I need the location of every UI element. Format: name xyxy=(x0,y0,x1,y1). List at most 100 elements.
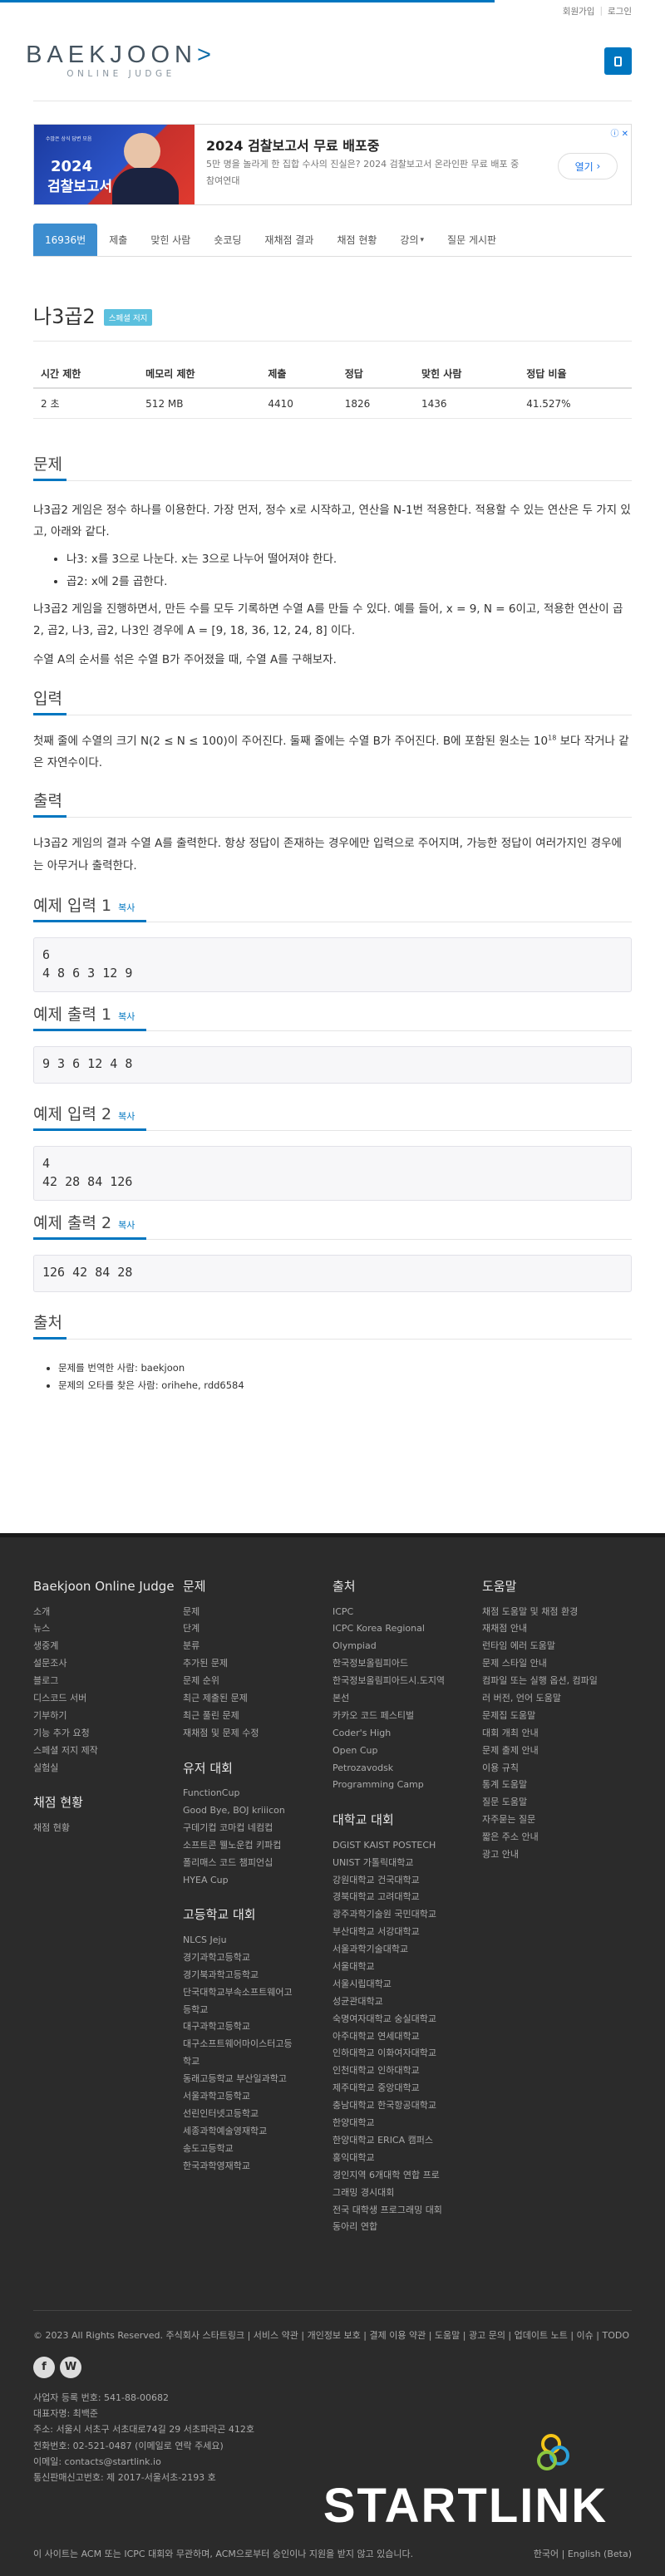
footer-link[interactable]: 부산대학교 서강대학교 xyxy=(332,1924,482,1941)
footer-link[interactable]: 서울대학교 xyxy=(332,1959,482,1976)
footer-link[interactable]: 한국정보올림피아드 xyxy=(332,1655,482,1673)
ad-title[interactable]: 2024 검찰보고서 무료 배포중 xyxy=(206,135,619,155)
footer-link[interactable]: 등학교 xyxy=(183,2002,332,2019)
footer-link[interactable]: UNIST 가톨릭대학교 xyxy=(332,1855,482,1872)
footer-link[interactable]: 설문조사 xyxy=(33,1655,183,1673)
copy-button[interactable]: 복사 xyxy=(118,1109,135,1123)
footer-link[interactable]: 서울과학기술대학교 xyxy=(332,1941,482,1959)
footer-link[interactable]: 단계 xyxy=(183,1620,332,1638)
footer-link[interactable]: 카카오 코드 페스티벌 xyxy=(332,1708,482,1725)
ad-close-icon[interactable]: ⓘ ✕ xyxy=(610,126,628,139)
footer-link[interactable]: 동래고등학교 부산일과학고 xyxy=(183,2071,332,2088)
footer-link[interactable]: 송도고등학교 xyxy=(183,2141,332,2158)
footer-link[interactable]: 광고 안내 xyxy=(482,1846,632,1864)
footer-link[interactable]: 재채점 안내 xyxy=(482,1620,632,1638)
footer-link[interactable]: 강원대학교 건국대학교 xyxy=(332,1872,482,1890)
footer-link[interactable]: Olympiad xyxy=(332,1638,482,1655)
footer-link[interactable]: 홍익대학교 xyxy=(332,2150,482,2167)
tab-2[interactable]: 맞힌 사람 xyxy=(139,224,202,256)
footer-links[interactable]: © 2023 All Rights Reserved. 주식회사 스타트링크 |… xyxy=(33,2328,632,2345)
footer-link[interactable]: 질문 도움말 xyxy=(482,1794,632,1812)
footer-link[interactable]: 스페셜 저지 제작 xyxy=(33,1743,183,1760)
footer-link[interactable]: ICPC xyxy=(332,1604,482,1621)
footer-link[interactable]: 선린인터넷고등학교 xyxy=(183,2106,332,2123)
site-logo[interactable]: BAEKJOON> ONLINE JUDGE xyxy=(26,43,211,80)
footer-link[interactable]: 자주묻는 질문 xyxy=(482,1812,632,1829)
footer-link[interactable]: 충남대학교 한국항공대학교 xyxy=(332,2097,482,2115)
footer-link[interactable]: 경인지역 6개대학 연합 프로 xyxy=(332,2167,482,2185)
footer-link[interactable]: 런타임 에러 도움말 xyxy=(482,1638,632,1655)
footer-link[interactable]: 숙명여자대학교 숭실대학교 xyxy=(332,2011,482,2028)
ad-image[interactable]: 수많은 상식 답변 모음 2024 검찰보고서 xyxy=(34,125,195,204)
footer-link[interactable]: DGIST KAIST POSTECH xyxy=(332,1837,482,1855)
tab-0[interactable]: 16936번 xyxy=(33,224,98,256)
footer-link[interactable]: 단국대학교부속소프트웨어고 xyxy=(183,1984,332,2002)
sample-input-1[interactable]: 6 4 8 6 3 12 9 xyxy=(33,937,632,992)
sample-input-2[interactable]: 4 42 28 84 126 xyxy=(33,1145,632,1201)
menu-toggle-button[interactable] xyxy=(604,47,632,75)
footer-link[interactable]: 대구소프트웨어마이스터고등 xyxy=(183,2036,332,2053)
footer-link[interactable]: 경북대학교 고려대학교 xyxy=(332,1889,482,1906)
footer-link[interactable]: 짧은 주소 안내 xyxy=(482,1829,632,1846)
footer-link[interactable]: 세종과학예술영재학교 xyxy=(183,2123,332,2141)
footer-link[interactable]: 그래밍 경시대회 xyxy=(332,2185,482,2202)
footer-link[interactable]: 성균관대학교 xyxy=(332,1993,482,2011)
footer-link[interactable]: 디스코드 서버 xyxy=(33,1690,183,1708)
copy-button[interactable]: 복사 xyxy=(118,1010,135,1023)
footer-link[interactable]: 생중계 xyxy=(33,1638,183,1655)
footer-link[interactable]: 뉴스 xyxy=(33,1620,183,1638)
footer-link[interactable]: HYEA Cup xyxy=(183,1872,332,1890)
footer-link[interactable]: 소개 xyxy=(33,1604,183,1621)
login-link[interactable]: 로그인 xyxy=(608,5,632,17)
wordpress-icon[interactable]: W xyxy=(60,2356,81,2378)
footer-link[interactable]: 소프트콘 웰노운컵 키파컵 xyxy=(183,1837,332,1855)
footer-link[interactable]: 기능 추가 요청 xyxy=(33,1725,183,1743)
footer-link[interactable]: Coder's High xyxy=(332,1725,482,1743)
signup-link[interactable]: 회원가입 xyxy=(563,5,595,17)
footer-link[interactable]: 전국 대학생 프로그래밍 대회 xyxy=(332,2202,482,2220)
footer-link[interactable]: 아주대학교 연세대학교 xyxy=(332,2028,482,2046)
footer-link[interactable]: 구데기컵 코마컵 네컴컵 xyxy=(183,1820,332,1837)
footer-link[interactable]: 러 버전, 언어 도움말 xyxy=(482,1690,632,1708)
footer-link[interactable]: 서울과학고등학교 xyxy=(183,2088,332,2106)
footer-link[interactable]: 통계 도움말 xyxy=(482,1777,632,1794)
footer-link[interactable]: 이용 규칙 xyxy=(482,1760,632,1777)
footer-link[interactable]: Good Bye, BOJ kriiicon xyxy=(183,1802,332,1820)
footer-link[interactable]: 한국정보올림피아드시.도지역 xyxy=(332,1673,482,1690)
tab-1[interactable]: 제출 xyxy=(97,224,139,256)
copy-button[interactable]: 복사 xyxy=(118,901,135,914)
ad-open-button[interactable]: 열기 › xyxy=(558,153,618,179)
footer-link[interactable]: 경기과학고등학교 xyxy=(183,1949,332,1967)
footer-link[interactable]: 문제 순위 xyxy=(183,1673,332,1690)
startlink-logo[interactable]: STARTLINK xyxy=(299,2422,632,2530)
footer-link[interactable]: 동아리 연합 xyxy=(332,2219,482,2236)
tab-3[interactable]: 숏코딩 xyxy=(202,224,253,256)
footer-link[interactable]: 인하대학교 이화여자대학교 xyxy=(332,2045,482,2062)
footer-link[interactable]: 인천대학교 인하대학교 xyxy=(332,2062,482,2080)
footer-link[interactable]: 문제 출제 안내 xyxy=(482,1743,632,1760)
footer-link[interactable]: 실험실 xyxy=(33,1760,183,1777)
footer-link[interactable]: Open Cup xyxy=(332,1743,482,1760)
footer-link[interactable]: 문제 xyxy=(183,1604,332,1621)
language-switch[interactable]: 한국어 | English (Beta) xyxy=(534,2547,632,2560)
footer-link[interactable]: 재채점 및 문제 수정 xyxy=(183,1725,332,1743)
footer-link[interactable]: 채점 도움말 및 채점 환경 xyxy=(482,1604,632,1621)
sample-output-2[interactable]: 126 42 84 28 xyxy=(33,1254,632,1292)
footer-link[interactable]: 경기북과학고등학교 xyxy=(183,1967,332,1984)
footer-link[interactable]: 대구과학고등학교 xyxy=(183,2018,332,2036)
footer-link[interactable]: Programming Camp xyxy=(332,1777,482,1794)
footer-link[interactable]: 폴리매스 코드 챔피언십 xyxy=(183,1855,332,1872)
tab-7[interactable]: 질문 게시판 xyxy=(436,224,508,256)
footer-link[interactable]: 광주과학기술원 국민대학교 xyxy=(332,1906,482,1924)
footer-link[interactable]: 제주대학교 중앙대학교 xyxy=(332,2080,482,2097)
copy-button[interactable]: 복사 xyxy=(118,1218,135,1231)
footer-link[interactable]: 최근 제출된 문제 xyxy=(183,1690,332,1708)
sample-output-1[interactable]: 9 3 6 12 4 8 xyxy=(33,1045,632,1084)
footer-link[interactable]: FunctionCup xyxy=(183,1785,332,1802)
footer-link[interactable]: 한양대학교 ERICA 캠퍼스 xyxy=(332,2132,482,2150)
tab-6[interactable]: 강의 ▾ xyxy=(388,224,436,256)
footer-link[interactable]: 최근 풀린 문제 xyxy=(183,1708,332,1725)
footer-link[interactable]: NLCS Jeju xyxy=(183,1932,332,1949)
footer-link[interactable]: 한양대학교 xyxy=(332,2115,482,2132)
footer-link[interactable]: 기부하기 xyxy=(33,1708,183,1725)
